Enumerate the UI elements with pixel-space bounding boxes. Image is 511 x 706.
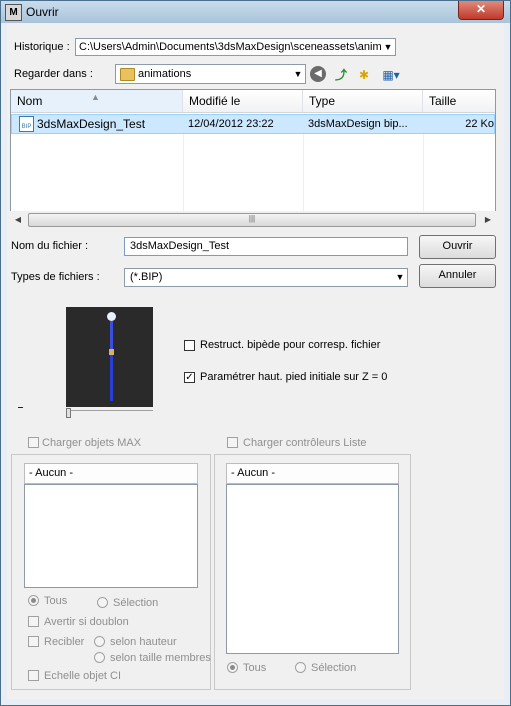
left-radio-selection-label: Sélection bbox=[113, 597, 159, 609]
view-menu-icon[interactable]: ▦▾ bbox=[379, 67, 403, 83]
column-name-label: Nom bbox=[17, 94, 43, 108]
lookin-label: Regarder dans : bbox=[14, 68, 93, 80]
filetype-value: (*.BIP) bbox=[130, 271, 163, 283]
chevron-down-icon: ▼ bbox=[393, 269, 407, 286]
folder-icon bbox=[120, 68, 135, 81]
biped-legs bbox=[110, 355, 113, 401]
file-size: 22 Ko bbox=[465, 118, 494, 130]
history-label: Historique : bbox=[14, 41, 70, 53]
by-limb-label: selon taille membres bbox=[110, 652, 211, 664]
up-folder-icon[interactable]: ⤴ bbox=[333, 67, 349, 83]
app-icon: M bbox=[5, 4, 22, 21]
column-divider bbox=[303, 134, 304, 212]
ik-scale-checkbox[interactable] bbox=[28, 670, 39, 681]
scroll-left-icon[interactable]: ◀ bbox=[10, 211, 26, 228]
file-name: 3dsMaxDesign_Test bbox=[37, 117, 146, 131]
timeline-track bbox=[66, 410, 153, 411]
timeline-slider[interactable] bbox=[66, 408, 71, 418]
param-label: Paramétrer haut. pied initiale sur Z = 0 bbox=[200, 371, 388, 383]
by-height-label: selon hauteur bbox=[110, 636, 177, 648]
load-max-objects-label: Charger objets MAX bbox=[42, 437, 142, 449]
radio-dot bbox=[31, 598, 36, 603]
lookin-combo[interactable]: animations ▼ bbox=[115, 64, 306, 84]
param-checkbox[interactable]: ✓ bbox=[184, 372, 195, 383]
file-list[interactable]: ▲ Nom Modifié le Type Taille BIP 3dsMaxD… bbox=[10, 89, 496, 213]
cancel-button[interactable]: Annuler bbox=[419, 264, 496, 288]
close-button[interactable]: ✕ bbox=[458, 1, 504, 20]
left-radio-all-label: Tous bbox=[44, 595, 68, 607]
dialog-body: Historique : C:\Users\Admin\Documents\3d… bbox=[7, 23, 504, 699]
open-button[interactable]: Ouvrir bbox=[419, 235, 496, 259]
lookin-value: animations bbox=[138, 68, 192, 80]
filename-input[interactable]: 3dsMaxDesign_Test bbox=[124, 237, 408, 256]
left-list-header: - Aucun - bbox=[24, 463, 198, 484]
load-list-controllers-checkbox[interactable] bbox=[227, 437, 238, 448]
timeline-mark bbox=[18, 407, 23, 408]
chevron-down-icon: ▼ bbox=[381, 39, 395, 55]
biped-spine bbox=[110, 321, 113, 349]
retarget-label: Recibler bbox=[44, 636, 85, 648]
new-folder-icon[interactable]: ✱ bbox=[356, 67, 372, 83]
right-radio-all[interactable] bbox=[227, 662, 238, 673]
radio-dot bbox=[230, 665, 235, 670]
chevron-down-icon: ▼ bbox=[291, 65, 305, 83]
window-title: Ouvrir bbox=[26, 5, 59, 19]
left-radio-selection[interactable] bbox=[97, 597, 108, 608]
title-bar[interactable]: M Ouvrir ✕ bbox=[1, 1, 510, 23]
load-list-controllers-label: Charger contrôleurs Liste bbox=[243, 437, 367, 449]
sort-arrow-icon: ▲ bbox=[91, 92, 100, 102]
restruct-label: Restruct. bipède pour corresp. fichier bbox=[200, 339, 381, 351]
column-divider bbox=[423, 134, 424, 212]
file-date: 12/04/2012 23:22 bbox=[188, 118, 274, 130]
file-icon: BIP bbox=[19, 116, 34, 132]
warn-duplicate-checkbox[interactable] bbox=[28, 616, 39, 627]
column-modified[interactable]: Modifié le bbox=[183, 90, 303, 112]
left-listbox[interactable] bbox=[24, 484, 198, 588]
right-radio-all-label: Tous bbox=[243, 662, 267, 674]
scroll-thumb[interactable]: ||| bbox=[28, 213, 476, 227]
filetype-select[interactable]: (*.BIP) ▼ bbox=[124, 268, 408, 287]
filetype-label: Types de fichiers : bbox=[11, 271, 100, 283]
restruct-checkbox[interactable] bbox=[184, 340, 195, 351]
column-type[interactable]: Type bbox=[303, 90, 423, 112]
biped-preview bbox=[66, 307, 153, 407]
back-icon[interactable]: ◀ bbox=[310, 66, 326, 82]
right-radio-selection-label: Sélection bbox=[311, 662, 357, 674]
file-list-header: ▲ Nom Modifié le Type Taille bbox=[11, 90, 495, 113]
horizontal-scrollbar[interactable]: ◀ ||| ▶ bbox=[10, 211, 496, 228]
retarget-checkbox[interactable] bbox=[28, 636, 39, 647]
column-divider bbox=[183, 134, 184, 212]
history-combo[interactable]: C:\Users\Admin\Documents\3dsMaxDesign\sc… bbox=[75, 38, 396, 56]
filename-label: Nom du fichier : bbox=[11, 240, 89, 252]
history-value: C:\Users\Admin\Documents\3dsMaxDesign\sc… bbox=[79, 41, 388, 53]
load-max-objects-checkbox[interactable] bbox=[28, 437, 39, 448]
table-row[interactable]: BIP 3dsMaxDesign_Test 12/04/2012 23:22 3… bbox=[11, 114, 495, 134]
open-dialog: M Ouvrir ✕ Historique : C:\Users\Admin\D… bbox=[0, 0, 511, 706]
right-radio-selection[interactable] bbox=[295, 662, 306, 673]
right-listbox[interactable] bbox=[226, 484, 399, 654]
scroll-right-icon[interactable]: ▶ bbox=[480, 211, 496, 228]
column-name[interactable]: ▲ Nom bbox=[11, 90, 183, 112]
left-radio-all[interactable] bbox=[28, 595, 39, 606]
column-size[interactable]: Taille bbox=[423, 90, 495, 112]
by-height-radio[interactable] bbox=[94, 636, 105, 647]
by-limb-radio[interactable] bbox=[94, 652, 105, 663]
right-list-header: - Aucun - bbox=[226, 463, 399, 484]
warn-duplicate-label: Avertir si doublon bbox=[44, 616, 129, 628]
file-type: 3dsMaxDesign bip... bbox=[308, 118, 408, 130]
ik-scale-label: Echelle objet CI bbox=[44, 670, 122, 682]
biped-head bbox=[107, 312, 116, 321]
